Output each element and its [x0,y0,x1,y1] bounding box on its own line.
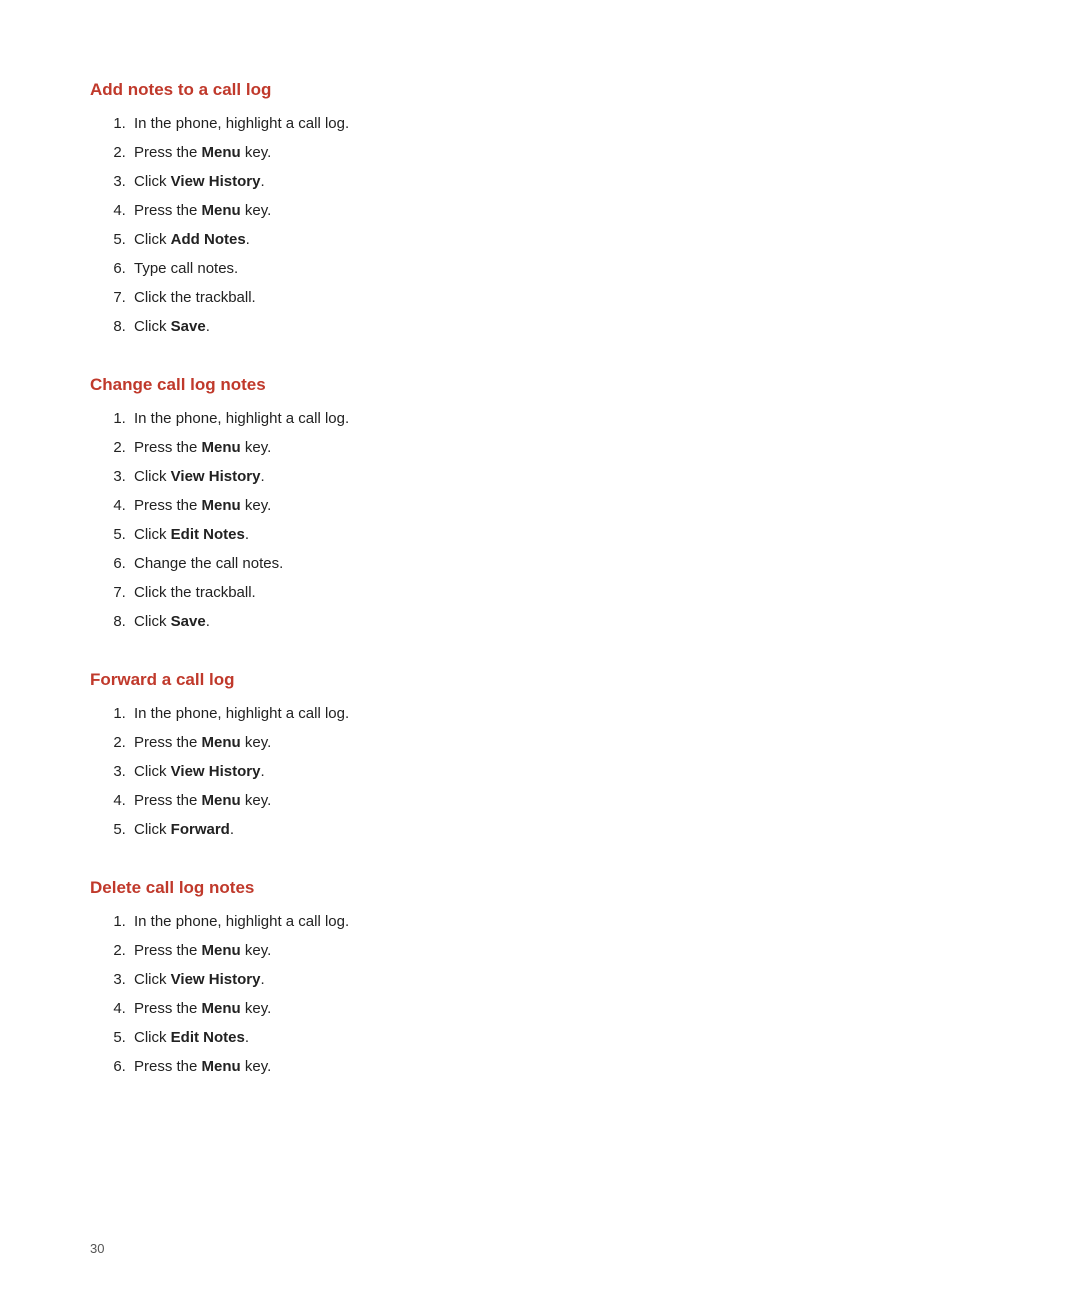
bold-text: Add Notes [171,231,246,248]
bold-text: Menu [202,497,241,514]
list-item: Press the Menu key. [130,939,990,963]
list-item: Click Forward. [130,818,990,842]
section-title-add-notes: Add notes to a call log [90,80,990,100]
list-item: Press the Menu key. [130,731,990,755]
bold-text: View History [171,763,261,780]
section-title-change-notes: Change call log notes [90,375,990,395]
list-item: Click Save. [130,315,990,339]
bold-text: Save [171,613,206,630]
bold-text: Menu [202,942,241,959]
section-forward-call-log: Forward a call log In the phone, highligh… [90,670,990,842]
bold-text: Edit Notes [171,1029,245,1046]
bold-text: Edit Notes [171,526,245,543]
list-item: Click Edit Notes. [130,1026,990,1050]
bold-text: Forward [171,821,230,838]
bold-text: Menu [202,1058,241,1075]
bold-text: Menu [202,202,241,219]
bold-text: View History [171,468,261,485]
list-item: Type call notes. [130,257,990,281]
steps-list-delete-notes: In the phone, highlight a call log. Press… [130,910,990,1079]
section-add-notes: Add notes to a call log In the phone, hig… [90,80,990,339]
section-delete-notes: Delete call log notes In the phone, highl… [90,878,990,1079]
list-item: Click View History. [130,968,990,992]
list-item: Press the Menu key. [130,494,990,518]
list-item: In the phone, highlight a call log. [130,407,990,431]
list-item: Click View History. [130,465,990,489]
list-item: In the phone, highlight a call log. [130,702,990,726]
bold-text: Menu [202,439,241,456]
bold-text: View History [171,971,261,988]
list-item: In the phone, highlight a call log. [130,910,990,934]
list-item: Click View History. [130,170,990,194]
page-number: 30 [90,1241,104,1256]
list-item: Press the Menu key. [130,141,990,165]
list-item: Click Save. [130,610,990,634]
list-item: Press the Menu key. [130,1055,990,1079]
list-item: Press the Menu key. [130,789,990,813]
steps-list-add-notes: In the phone, highlight a call log. Press… [130,112,990,339]
section-title-delete-notes: Delete call log notes [90,878,990,898]
list-item: Click View History. [130,760,990,784]
list-item: Press the Menu key. [130,436,990,460]
list-item: Click the trackball. [130,286,990,310]
list-item: In the phone, highlight a call log. [130,112,990,136]
bold-text: Menu [202,1000,241,1017]
bold-text: Save [171,318,206,335]
bold-text: Menu [202,144,241,161]
section-change-notes: Change call log notes In the phone, highl… [90,375,990,634]
list-item: Change the call notes. [130,552,990,576]
bold-text: Menu [202,734,241,751]
steps-list-forward-call-log: In the phone, highlight a call log. Press… [130,702,990,842]
bold-text: Menu [202,792,241,809]
list-item: Click Add Notes. [130,228,990,252]
bold-text: View History [171,173,261,190]
page-content: Add notes to a call log In the phone, hig… [0,0,1080,1195]
list-item: Click Edit Notes. [130,523,990,547]
section-title-forward-call-log: Forward a call log [90,670,990,690]
list-item: Click the trackball. [130,581,990,605]
steps-list-change-notes: In the phone, highlight a call log. Press… [130,407,990,634]
list-item: Press the Menu key. [130,997,990,1021]
list-item: Press the Menu key. [130,199,990,223]
